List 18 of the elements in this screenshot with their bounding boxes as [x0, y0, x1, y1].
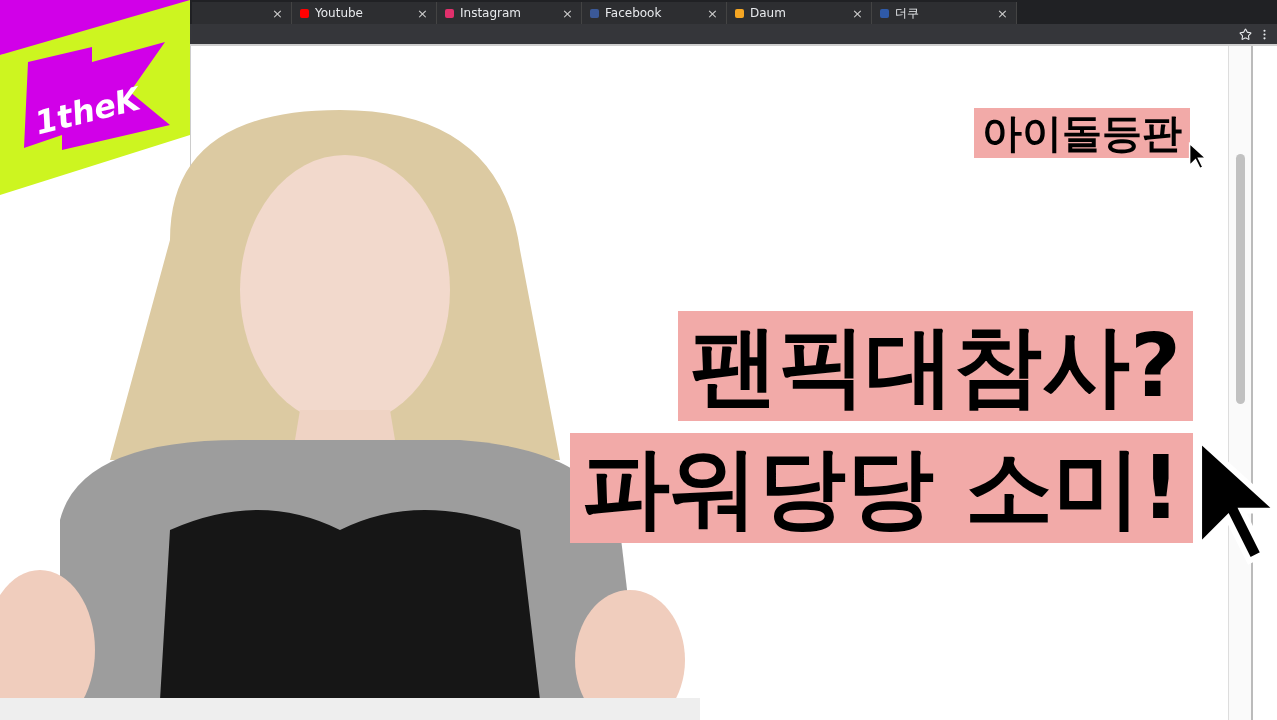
browser-tab[interactable]: Facebook ×	[582, 2, 727, 24]
close-tab-button[interactable]: ×	[562, 5, 573, 21]
close-tab-button[interactable]: ×	[707, 5, 718, 21]
close-tab-button[interactable]: ×	[852, 5, 863, 21]
caption-text: 파워당당 소미!	[570, 433, 1193, 543]
close-tab-button[interactable]: ×	[997, 5, 1008, 21]
caption-text: 아이돌등판	[974, 108, 1190, 158]
browser-tab[interactable]: Youtube ×	[292, 2, 437, 24]
caption-text: 팬픽대참사?	[677, 311, 1193, 421]
scrollbar-thumb[interactable]	[1235, 154, 1245, 404]
browser-tab[interactable]: Instagram ×	[437, 2, 582, 24]
cursor-icon	[1188, 142, 1206, 170]
bookmark-star-icon[interactable]	[1239, 27, 1252, 41]
browser-tab[interactable]: ×	[192, 2, 292, 24]
close-tab-button[interactable]: ×	[272, 5, 283, 21]
close-tab-button[interactable]: ×	[417, 5, 428, 21]
browser-tab[interactable]: Daum ×	[727, 2, 872, 24]
browser-tab[interactable]: 더쿠 ×	[872, 2, 1017, 24]
